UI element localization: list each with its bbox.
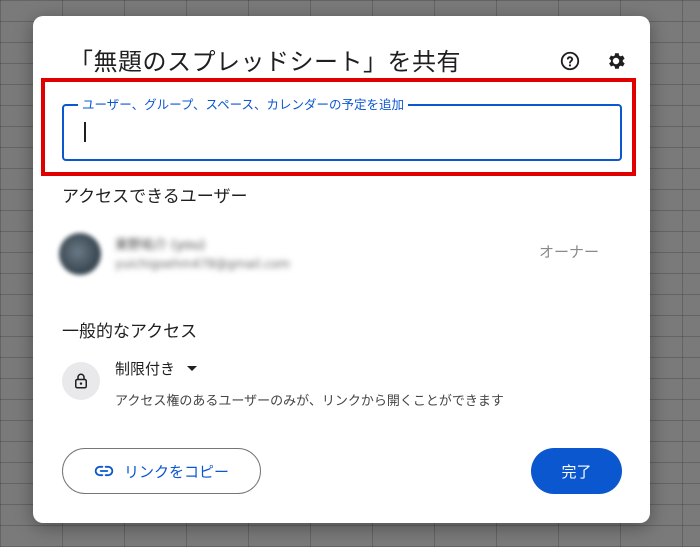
add-people-input[interactable] bbox=[91, 116, 615, 152]
access-description: アクセス権のあるユーザーのみが、リンクから開くことができます bbox=[115, 394, 504, 409]
help-button[interactable] bbox=[557, 48, 583, 74]
owner-role: オーナー bbox=[539, 243, 600, 261]
chevron-down-icon bbox=[187, 366, 198, 371]
copy-link-button[interactable]: リンクをコピー bbox=[62, 448, 261, 494]
copy-link-label: リンクをコピー bbox=[123, 462, 229, 481]
access-level-dropdown[interactable]: 制限付き bbox=[115, 358, 198, 379]
link-icon bbox=[94, 465, 114, 477]
lock-icon bbox=[75, 373, 87, 389]
help-circle-icon bbox=[560, 51, 580, 71]
gear-icon bbox=[609, 53, 625, 69]
people-with-access-heading: アクセスできるユーザー bbox=[62, 187, 248, 207]
access-level-label: 制限付き bbox=[115, 360, 176, 378]
add-people-label: ユーザー、グループ、スペース、カレンダーの予定を追加 bbox=[78, 94, 409, 113]
text-caret bbox=[84, 122, 86, 142]
user-email: yuichigoehm478@gmail.com bbox=[115, 257, 290, 271]
lock-badge bbox=[62, 362, 100, 400]
general-access-heading: 一般的なアクセス bbox=[62, 322, 198, 342]
settings-button[interactable] bbox=[603, 48, 629, 74]
user-name: 東野祐介 (you) bbox=[115, 238, 206, 253]
share-dialog: 「無題のスプレッドシート」を共有 ユーザー、グループ、スペース、カレンダーの予定… bbox=[33, 16, 650, 523]
done-button[interactable]: 完了 bbox=[531, 448, 622, 494]
dialog-title: 「無題のスプレッドシート」を共有 bbox=[69, 48, 461, 76]
avatar bbox=[59, 233, 101, 275]
